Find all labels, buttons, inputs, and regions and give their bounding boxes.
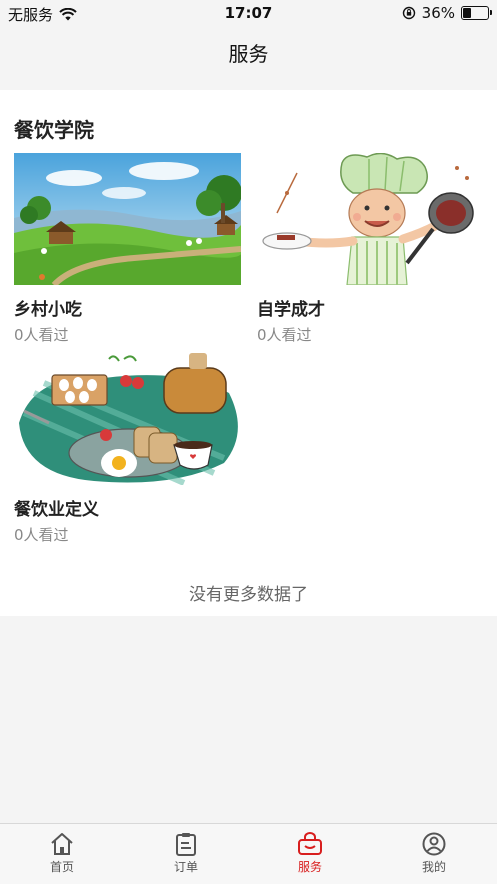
tab-label: 服务 — [297, 860, 322, 874]
course-item-self-taught[interactable]: 自学成才 0人看过 — [257, 153, 485, 345]
user-icon — [422, 832, 446, 856]
cabbage-chef-cartoon-image — [257, 153, 484, 285]
tab-services[interactable]: 服务 — [248, 824, 372, 884]
course-item-catering-definition[interactable]: 餐饮业定义 0人看过 — [14, 353, 242, 545]
status-right: 36% — [402, 4, 492, 22]
rotation-lock-icon — [402, 6, 415, 20]
breakfast-illustration-image — [14, 353, 241, 485]
course-card: 餐饮学院 乡村小吃 0人看过 自学成才 0人看过 餐饮业定义 0人看过 没有更多… — [0, 90, 497, 616]
section-title: 餐饮学院 — [14, 118, 94, 142]
status-bar: 无服务 17:07 36% — [0, 0, 497, 26]
tab-home[interactable]: 首页 — [0, 824, 124, 884]
navigation-bar: 服务 — [0, 26, 497, 90]
battery-percent: 36% — [421, 4, 455, 22]
course-title: 自学成才 — [257, 300, 325, 320]
course-view-count: 0人看过 — [14, 326, 69, 344]
home-icon — [51, 833, 73, 855]
tab-label: 首页 — [49, 860, 74, 874]
page-title: 服务 — [228, 42, 269, 66]
battery-icon — [461, 6, 492, 20]
tab-mine[interactable]: 我的 — [372, 824, 496, 884]
countryside-landscape-image — [14, 153, 241, 285]
tab-label: 我的 — [421, 860, 446, 874]
course-item-rural-snacks[interactable]: 乡村小吃 0人看过 — [14, 153, 242, 345]
clipboard-icon — [176, 833, 196, 856]
course-view-count: 0人看过 — [257, 326, 312, 344]
course-title: 餐饮业定义 — [14, 500, 99, 520]
no-more-data-text: 没有更多数据了 — [189, 585, 308, 605]
bag-icon — [298, 832, 322, 855]
tab-label: 订单 — [173, 860, 198, 874]
course-title: 乡村小吃 — [14, 300, 82, 320]
course-view-count: 0人看过 — [14, 526, 69, 544]
tab-orders[interactable]: 订单 — [124, 824, 248, 884]
tab-bar: 首页 订单 服务 我的 — [0, 823, 497, 884]
